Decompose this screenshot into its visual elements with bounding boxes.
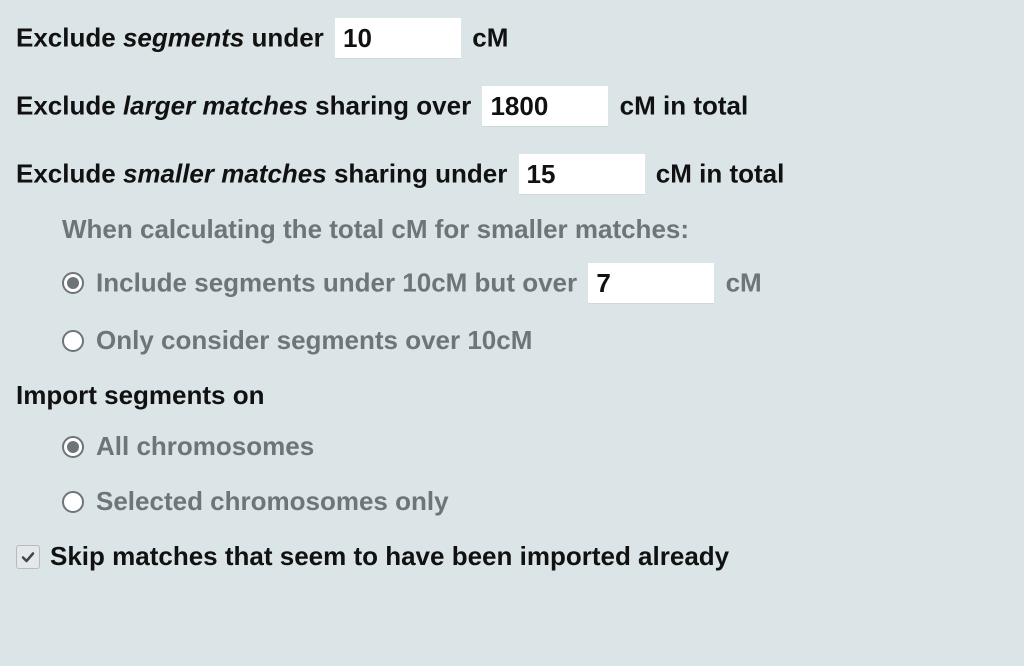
radio-icon[interactable] [62,330,84,352]
radio-icon[interactable] [62,436,84,458]
smaller-subgroup-heading: When calculating the total cM for smalle… [62,212,1006,247]
exclude-larger-mid: sharing over [308,91,471,121]
smaller-include-threshold-input[interactable] [588,263,714,303]
skip-matches-row[interactable]: Skip matches that seem to have been impo… [16,539,1006,574]
exclude-smaller-input[interactable] [519,154,645,194]
smaller-option-include-suffix: cM [726,268,762,298]
import-section-label: Import segments on [16,378,1006,413]
smaller-option-only[interactable]: Only consider segments over 10cM [62,323,1006,358]
exclude-smaller-suffix: cM in total [656,159,785,189]
exclude-segments-prefix: Exclude [16,23,123,53]
exclude-larger-emph: larger matches [123,91,308,121]
import-option-selected-label: Selected chromosomes only [96,484,449,519]
import-option-selected[interactable]: Selected chromosomes only [62,484,1006,519]
radio-icon[interactable] [62,491,84,513]
exclude-smaller-emph: smaller matches [123,159,327,189]
import-option-all-label: All chromosomes [96,429,314,464]
exclude-segments-row: Exclude segments under cM [16,18,1006,58]
exclude-larger-suffix: cM in total [620,91,749,121]
exclude-larger-input[interactable] [482,86,608,126]
radio-icon[interactable] [62,272,84,294]
skip-matches-label: Skip matches that seem to have been impo… [50,539,729,574]
smaller-option-only-label: Only consider segments over 10cM [96,323,532,358]
exclude-segments-suffix: cM [472,23,508,53]
smaller-option-include[interactable]: Include segments under 10cM but over cM [62,263,1006,303]
exclude-segments-input[interactable] [335,18,461,58]
exclude-smaller-prefix: Exclude [16,159,123,189]
exclude-larger-row: Exclude larger matches sharing over cM i… [16,86,1006,126]
smaller-option-include-prefix: Include segments under 10cM but over [96,268,577,298]
exclude-smaller-row: Exclude smaller matches sharing under cM… [16,154,1006,194]
smaller-subgroup: When calculating the total cM for smalle… [62,212,1006,358]
exclude-segments-emph: segments [123,23,244,53]
exclude-segments-mid: under [244,23,323,53]
checkbox-icon[interactable] [16,545,40,569]
import-option-all[interactable]: All chromosomes [62,429,1006,464]
exclude-smaller-mid: sharing under [327,159,508,189]
import-options: All chromosomes Selected chromosomes onl… [62,429,1006,519]
exclude-larger-prefix: Exclude [16,91,123,121]
